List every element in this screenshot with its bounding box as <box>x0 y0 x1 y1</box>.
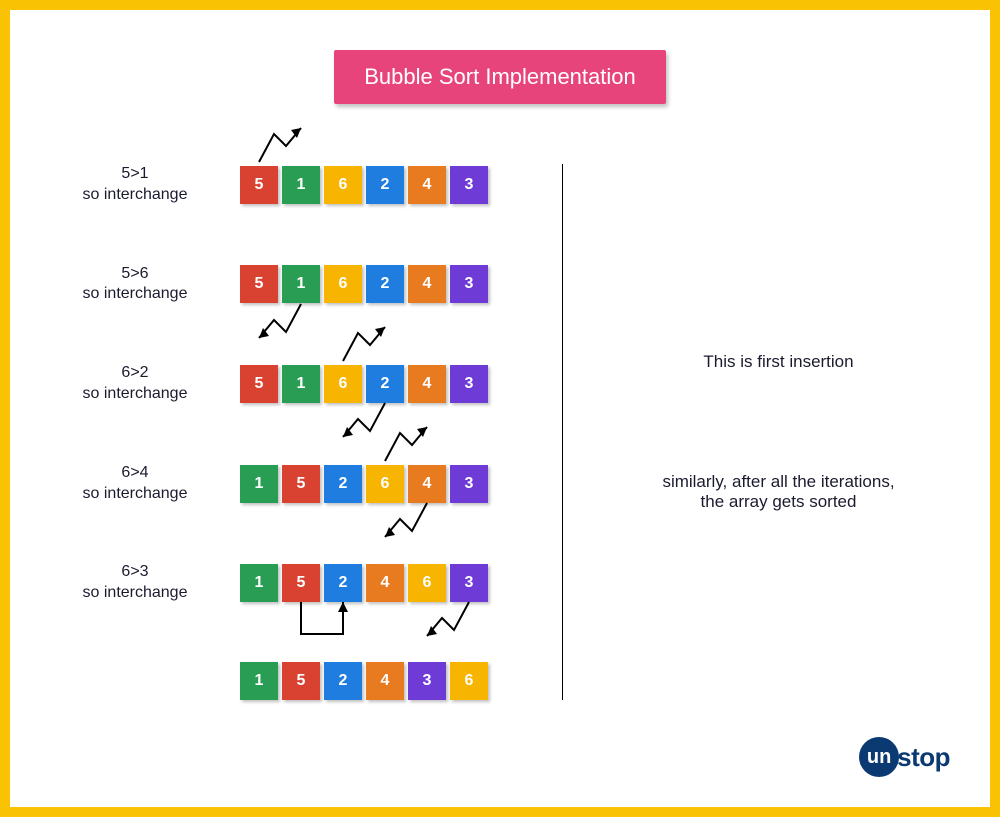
vertical-divider <box>562 164 563 700</box>
step-row: 152436 <box>60 662 518 700</box>
step-label: 6>2 so interchange <box>60 363 210 405</box>
array-row: 152463 <box>240 564 488 602</box>
array-row: 516243 <box>240 166 488 204</box>
array-cell: 3 <box>450 166 488 204</box>
array-cell: 1 <box>282 166 320 204</box>
step-action: so interchange <box>83 485 188 502</box>
array-cell: 4 <box>408 465 446 503</box>
array-cell: 5 <box>240 166 278 204</box>
array-cell: 5 <box>240 365 278 403</box>
array-cell: 4 <box>366 564 404 602</box>
array-cell: 6 <box>450 662 488 700</box>
array-cell: 4 <box>366 662 404 700</box>
array-cell: 1 <box>240 564 278 602</box>
step-comparison: 6>2 <box>121 364 148 381</box>
notes-column: This is first insertion similarly, after… <box>607 164 950 700</box>
array-cell: 3 <box>450 564 488 602</box>
array-cell: 3 <box>408 662 446 700</box>
diagram-inner: Bubble Sort Implementation 5>1 so interch… <box>10 10 990 807</box>
step-action: so interchange <box>83 385 188 402</box>
array-cell: 1 <box>240 465 278 503</box>
array-cell: 1 <box>240 662 278 700</box>
array-row: 516243 <box>240 265 488 303</box>
logo-circle: un <box>859 737 899 777</box>
step-row: 6>4 so interchange 152643 <box>60 463 518 505</box>
array-cell: 6 <box>408 564 446 602</box>
array-row: 516243 <box>240 365 488 403</box>
array-cell: 5 <box>282 662 320 700</box>
array-cell: 5 <box>282 564 320 602</box>
step-row: 6>2 so interchange 516243 <box>60 363 518 405</box>
step-action: so interchange <box>83 285 188 302</box>
diagram-frame: Bubble Sort Implementation 5>1 so interch… <box>0 0 1000 817</box>
array-row: 152643 <box>240 465 488 503</box>
array-cell: 3 <box>450 465 488 503</box>
step-label: 5>6 so interchange <box>60 264 210 306</box>
array-cell: 4 <box>408 166 446 204</box>
array-cell: 6 <box>366 465 404 503</box>
array-cell: 2 <box>324 465 362 503</box>
array-cell: 6 <box>324 166 362 204</box>
note-after-iterations: similarly, after all the iterations, the… <box>662 472 894 512</box>
step-comparison: 5>6 <box>121 265 148 282</box>
step-row: 6>3 so interchange 152463 <box>60 562 518 604</box>
content-row: 5>1so interchange516243 5>6so interchang… <box>50 164 950 700</box>
array-cell: 2 <box>324 564 362 602</box>
array-row: 152436 <box>240 662 488 700</box>
array-cell: 3 <box>450 365 488 403</box>
array-cell: 5 <box>240 265 278 303</box>
steps-column: 5>1so interchange516243 5>6so interchang… <box>60 164 518 700</box>
step-comparison: 6>4 <box>121 464 148 481</box>
logo-text: stop <box>897 742 950 773</box>
step-label: 6>3 so interchange <box>60 562 210 604</box>
diagram-title: Bubble Sort Implementation <box>334 50 666 104</box>
array-cell: 4 <box>408 365 446 403</box>
step-action: so interchange <box>83 584 188 601</box>
step-row: 5>1 so interchange 516243 <box>60 164 518 206</box>
array-cell: 6 <box>324 365 362 403</box>
brand-logo: un stop <box>859 737 950 777</box>
step-label: 6>4 so interchange <box>60 463 210 505</box>
array-cell: 2 <box>366 166 404 204</box>
array-cell: 1 <box>282 365 320 403</box>
array-cell: 2 <box>324 662 362 700</box>
step-action: so interchange <box>83 186 188 203</box>
step-label: 5>1 so interchange <box>60 164 210 206</box>
array-cell: 6 <box>324 265 362 303</box>
step-row: 5>6 so interchange 516243 <box>60 264 518 306</box>
step-comparison: 5>1 <box>121 165 148 182</box>
array-cell: 4 <box>408 265 446 303</box>
array-cell: 5 <box>282 465 320 503</box>
array-cell: 1 <box>282 265 320 303</box>
step-comparison: 6>3 <box>121 563 148 580</box>
note-first-insertion: This is first insertion <box>703 352 853 372</box>
array-cell: 3 <box>450 265 488 303</box>
array-cell: 2 <box>366 365 404 403</box>
array-cell: 2 <box>366 265 404 303</box>
